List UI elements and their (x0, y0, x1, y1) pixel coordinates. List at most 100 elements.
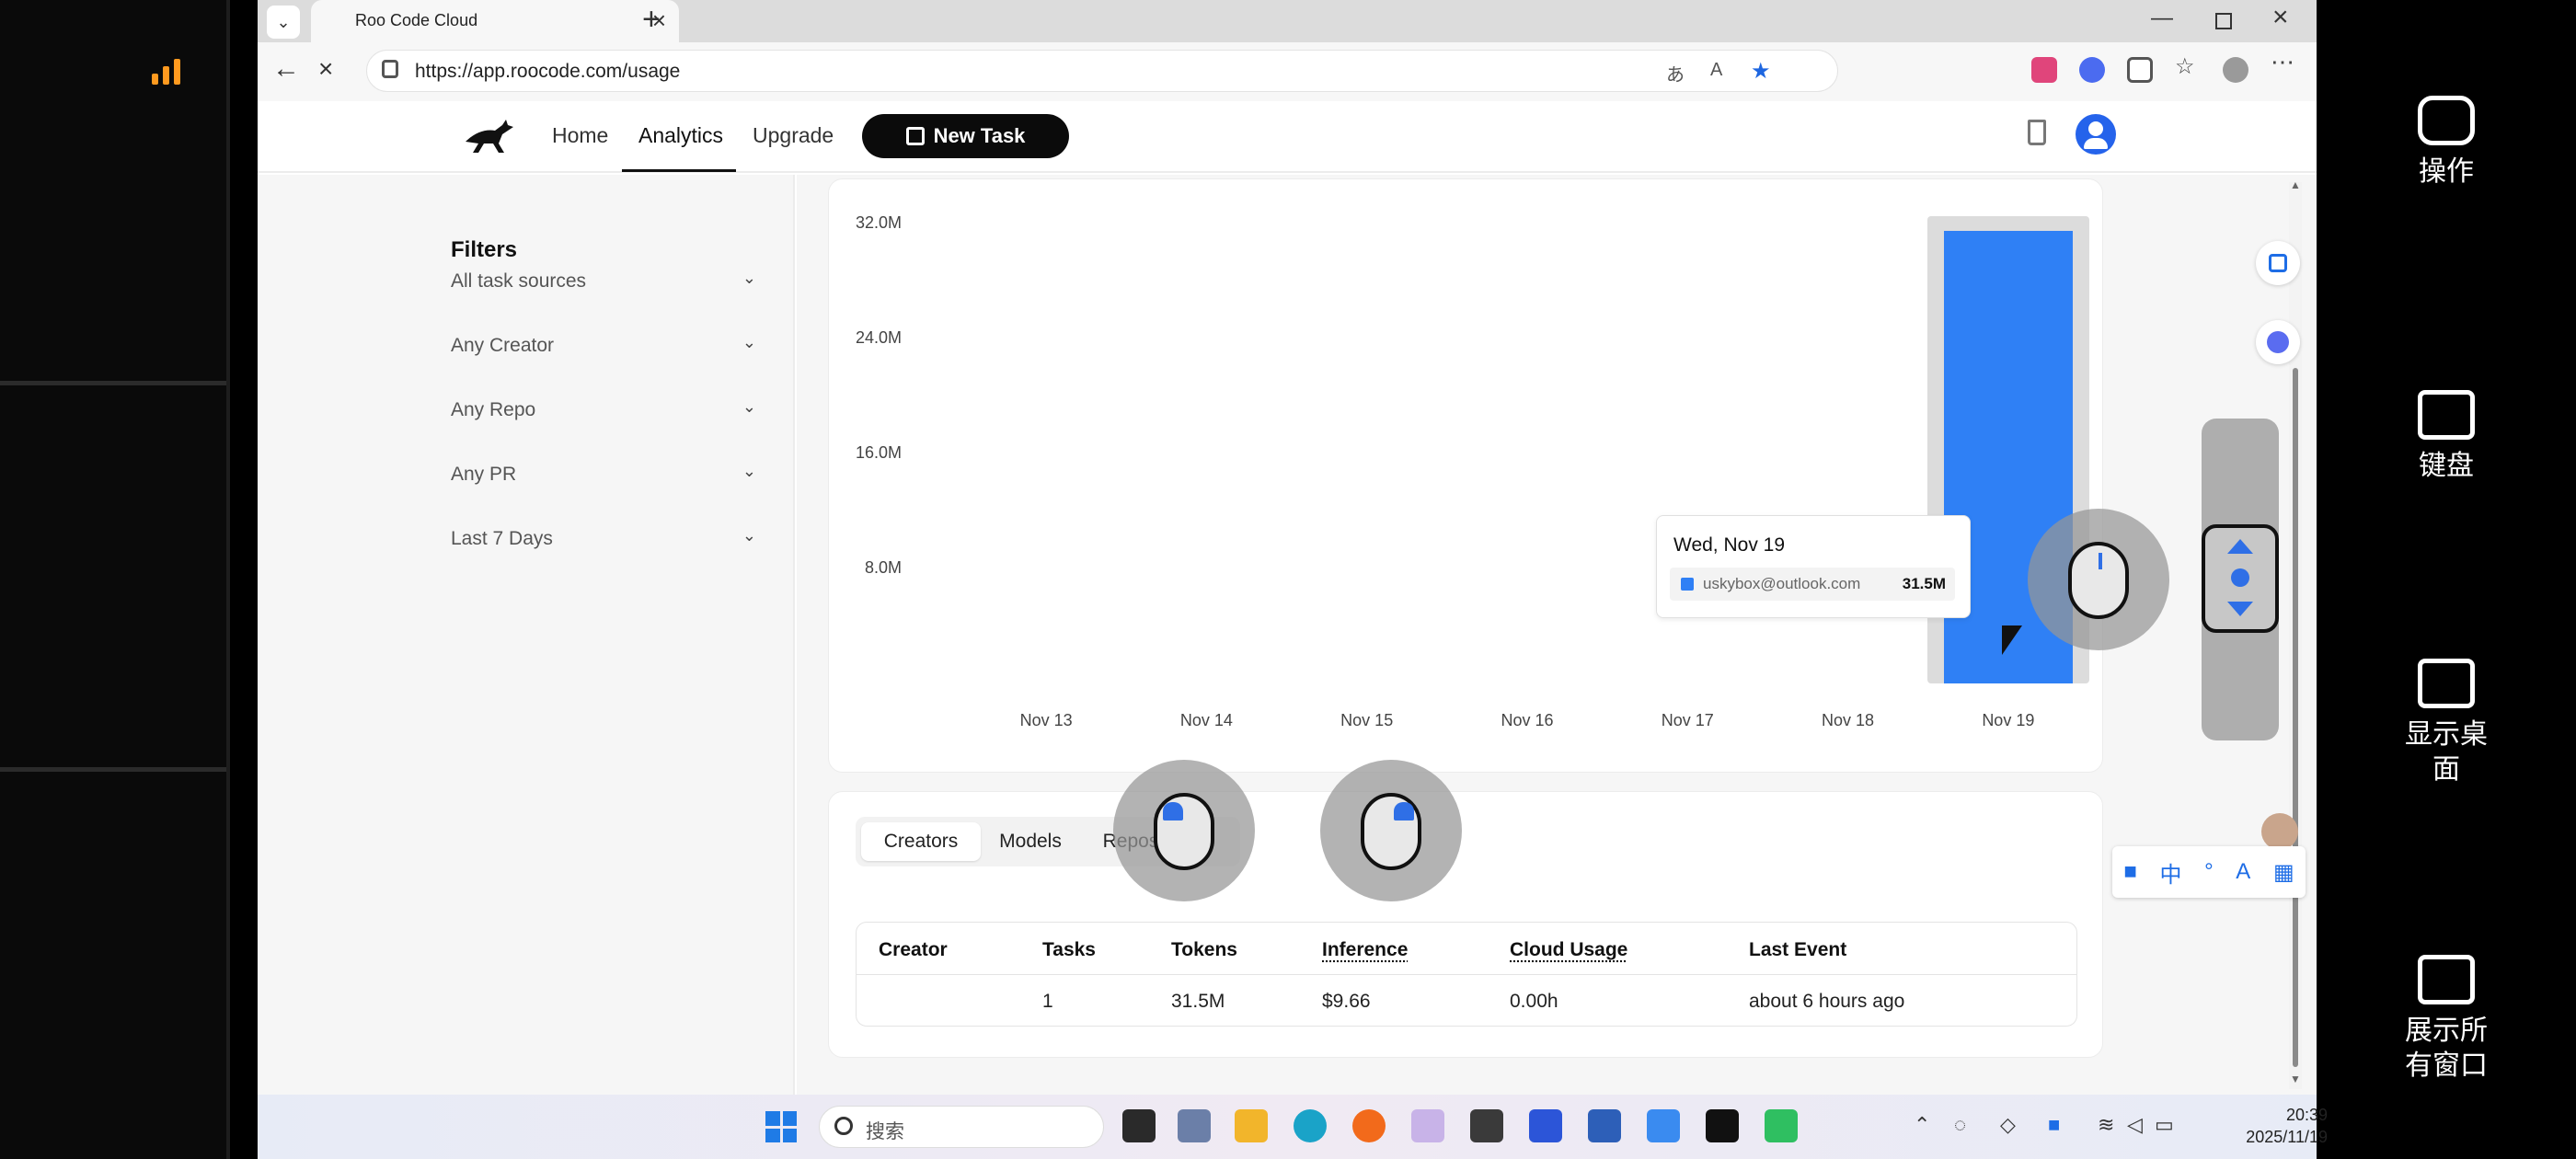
favorite-star-icon[interactable]: ★ (1751, 58, 1771, 85)
tray-icon[interactable]: ◌ (1954, 1113, 1966, 1137)
file-explorer-icon[interactable] (1235, 1109, 1268, 1142)
ime-skin-icon[interactable]: A (2236, 859, 2250, 885)
x-tick-label: Nov 18 (1822, 711, 1875, 729)
translate-icon[interactable]: あ (1666, 60, 1685, 86)
ime-language-toggle[interactable]: 中 (2159, 856, 2181, 889)
scroll-control[interactable] (2202, 524, 2279, 633)
back-icon[interactable]: ← (272, 53, 300, 85)
tray-icon[interactable]: ◇ (2000, 1113, 2016, 1137)
ime-tray-icon[interactable]: ■ (2048, 1113, 2060, 1137)
windows-start-icon[interactable] (765, 1111, 797, 1142)
left-background (0, 0, 230, 1159)
column-header[interactable]: Creator (879, 939, 948, 961)
ime-logo-icon[interactable]: ■ (2123, 859, 2137, 885)
stop-loading-icon[interactable]: × (318, 54, 333, 84)
input-method-toolbar[interactable]: ■ 中 ° A ▦ (2112, 846, 2306, 898)
chevron-down-icon: ⌄ (742, 462, 756, 480)
column-header[interactable]: Last Event (1749, 939, 1846, 961)
favorites-icon[interactable]: ☆ (2175, 53, 2201, 79)
copilot-icon[interactable] (2256, 320, 2300, 364)
app-icon[interactable] (1178, 1109, 1211, 1142)
scroll-wheel-indicator (2099, 553, 2102, 569)
clock-time: 20:39 (2285, 1106, 2328, 1124)
system-clock[interactable]: 20:39 2025/11/19 (2190, 1104, 2328, 1148)
chart-tooltip: Wed, Nov 19 uskybox@outlook.com 31.5M (1656, 515, 1971, 618)
y-tick-label: 8.0M (864, 558, 902, 577)
operate-label: 操作 (2419, 155, 2474, 188)
chevron-down-icon: ⌄ (742, 333, 756, 351)
volume-icon[interactable]: ◁ (2127, 1113, 2143, 1137)
divider (226, 0, 230, 1159)
ime-punctuation-icon[interactable]: ° (2204, 859, 2214, 885)
phone-control-panel: 操作 键盘 显示桌面 展示所有窗口 (2317, 0, 2576, 1159)
store-icon[interactable] (1588, 1109, 1621, 1142)
scroll-up-icon[interactable] (2227, 539, 2253, 554)
column-header[interactable]: Cloud Usage (1510, 939, 1627, 961)
app-icon[interactable] (1470, 1109, 1503, 1142)
mouse-overlay[interactable] (2028, 509, 2169, 650)
battery-icon[interactable]: ▭ (2155, 1113, 2174, 1137)
close-window-icon[interactable]: × (2272, 2, 2289, 33)
chevron-up-icon[interactable]: ⌃ (1914, 1113, 1930, 1137)
divider (0, 767, 230, 772)
filters-heading: Filters (451, 237, 518, 262)
column-header[interactable]: Inference (1322, 939, 1408, 961)
tooltip-value: 31.5M (1902, 575, 1946, 592)
show-all-windows-button[interactable]: 展示所有窗口 (2317, 955, 2576, 1084)
app-icon[interactable] (1411, 1109, 1444, 1142)
task-view-icon[interactable] (1122, 1109, 1156, 1142)
mouse-left-click-overlay[interactable] (1113, 760, 1255, 901)
extension-icon[interactable] (2031, 57, 2057, 83)
scroll-center-icon[interactable] (2231, 568, 2249, 587)
scroll-up-icon[interactable]: ▲ (2290, 178, 2301, 191)
site-info-icon[interactable] (382, 60, 398, 78)
tab-models[interactable]: Models (984, 822, 1076, 861)
scroll-down-icon[interactable]: ▼ (2290, 1073, 2301, 1085)
edge-icon[interactable] (1294, 1109, 1327, 1142)
operate-button[interactable]: 操作 (2317, 96, 2576, 189)
new-tab-button[interactable]: + (642, 2, 661, 38)
tab-list-button[interactable]: ⌄ (267, 6, 300, 39)
browser-tab[interactable]: Roo Code Cloud × (311, 0, 679, 42)
tiktok-icon[interactable] (1706, 1109, 1739, 1142)
app-icon[interactable] (1647, 1109, 1680, 1142)
address-bar[interactable]: https://app.roocode.com/usage あ A ★ (366, 50, 1838, 92)
restore-icon[interactable] (2215, 13, 2232, 29)
keyboard-button[interactable]: 键盘 (2317, 390, 2576, 484)
table-cell: 1 (1042, 991, 1053, 1012)
usage-chart-card (828, 178, 2103, 773)
column-header[interactable]: Tokens (1171, 939, 1237, 961)
wifi-icon[interactable]: ≋ (2098, 1113, 2114, 1137)
extension-icon[interactable] (2079, 57, 2105, 83)
avatar[interactable] (2261, 813, 2298, 850)
filter-repo[interactable]: Any Repo ⌄ (451, 397, 756, 421)
extensions-puzzle-icon[interactable] (2127, 57, 2153, 83)
tab-creators[interactable]: Creators (861, 822, 981, 861)
app-icon[interactable] (1529, 1109, 1562, 1142)
taskbar-search[interactable]: 搜索 (819, 1106, 1104, 1148)
more-menu-icon[interactable]: ⋯ (2271, 48, 2296, 75)
clock-date: 2025/11/19 (2246, 1128, 2328, 1146)
firefox-icon[interactable] (1352, 1109, 1386, 1142)
filter-pr[interactable]: Any PR ⌄ (451, 462, 756, 486)
app-icon[interactable] (1765, 1109, 1798, 1142)
column-header[interactable]: Tasks (1042, 939, 1096, 961)
mouse-right-click-overlay[interactable] (1320, 760, 1462, 901)
profile-avatar[interactable] (2223, 57, 2248, 83)
creators-table: Creator Tasks Tokens Inference Cloud Usa… (856, 922, 2077, 1027)
ime-grid-icon[interactable]: ▦ (2273, 859, 2294, 886)
table-cell: about 6 hours ago (1749, 991, 1905, 1012)
minimize-icon[interactable]: — (2151, 6, 2173, 31)
sidebar-app-icon[interactable] (2256, 241, 2300, 285)
filter-task-sources[interactable]: All task sources ⌄ (451, 269, 756, 293)
keyboard-icon (2418, 390, 2475, 440)
scrollbar-thumb[interactable] (2293, 368, 2298, 1067)
show-desktop-button[interactable]: 显示桌面 (2317, 659, 2576, 787)
read-aloud-icon[interactable]: A (1710, 60, 1722, 81)
tooltip-date: Wed, Nov 19 (1673, 534, 1786, 556)
filter-date-range[interactable]: Last 7 Days ⌄ (451, 526, 756, 550)
divider (857, 974, 2076, 975)
chevron-down-icon: ⌄ (742, 397, 756, 416)
filter-creator[interactable]: Any Creator ⌄ (451, 333, 756, 357)
scroll-down-icon[interactable] (2227, 602, 2253, 616)
